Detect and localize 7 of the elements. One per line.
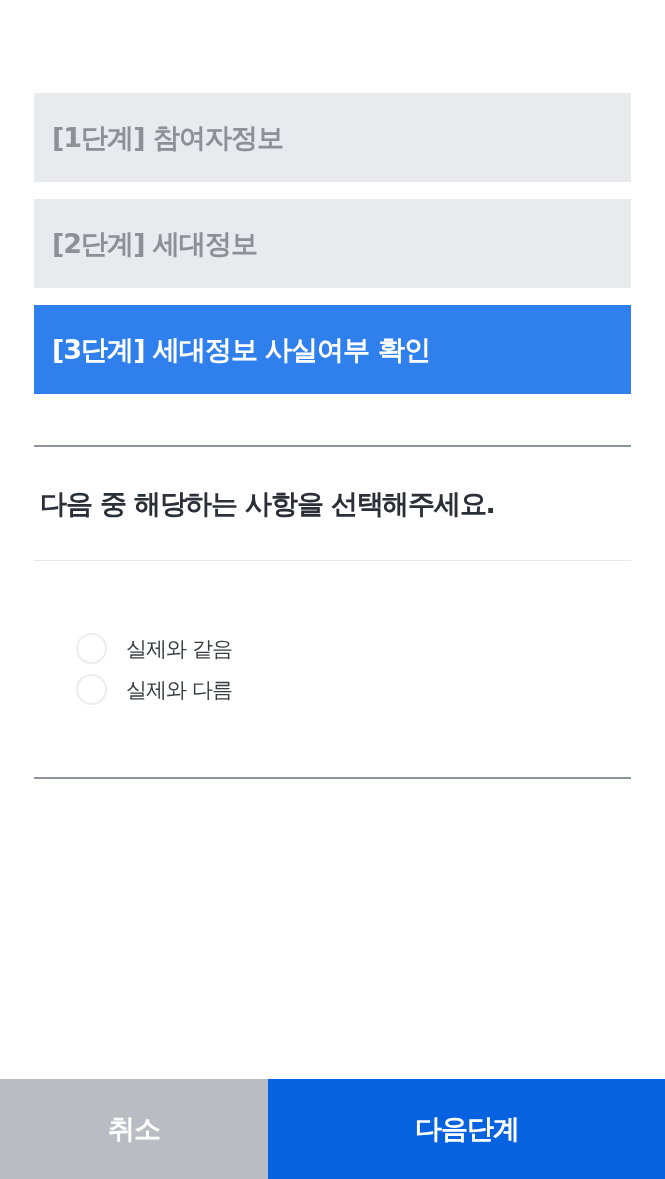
step-tab[interactable]: [3단계] 세대정보 사실여부 확인 (34, 305, 631, 394)
next-step-button[interactable]: 다음단계 (268, 1079, 665, 1179)
option-label[interactable]: 실제와 같음 (126, 634, 232, 663)
step-tab[interactable]: [2단계] 세대정보 (34, 199, 631, 288)
option-label[interactable]: 실제와 다름 (126, 675, 232, 704)
step-tab[interactable]: [1단계] 참여자정보 (34, 93, 631, 182)
question-heading: 다음 중 해당하는 사항을 선택해주세요. (40, 486, 495, 521)
